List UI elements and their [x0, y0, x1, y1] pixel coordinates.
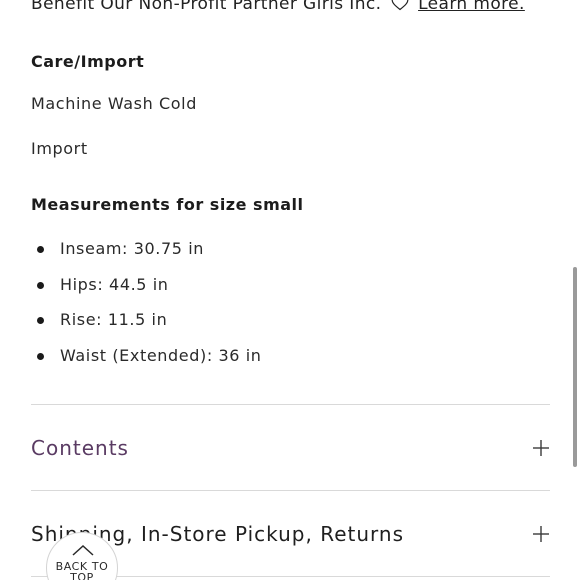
measurement-hips: Hips: 44.5 in [60, 274, 169, 294]
plus-icon[interactable] [532, 525, 550, 543]
list-item: Waist (Extended): 36 in [31, 344, 262, 380]
plus-icon[interactable] [532, 439, 550, 457]
heart-icon [391, 0, 409, 16]
scrollbar[interactable] [573, 267, 577, 467]
measurement-rise: Rise: 11.5 in [60, 310, 168, 330]
care-line-import: Import [31, 139, 88, 158]
list-item: Inseam: 30.75 in [31, 237, 262, 273]
measurements-heading: Measurements for size small [31, 195, 304, 214]
bullet-icon [37, 281, 44, 289]
contents-accordion[interactable]: Contents [31, 428, 550, 468]
list-item: Rise: 11.5 in [31, 308, 262, 344]
divider [31, 490, 550, 491]
measurement-waist: Waist (Extended): 36 in [60, 345, 262, 365]
list-item: Hips: 44.5 in [31, 273, 262, 309]
measurements-list: Inseam: 30.75 in Hips: 44.5 in Rise: 11.… [31, 237, 262, 379]
product-details-page: Benefit Our Non-Profit Partner Girls Inc… [0, 0, 580, 580]
learn-more-link[interactable]: Learn more. [418, 0, 525, 14]
partner-line: Benefit Our Non-Profit Partner Girls Inc… [31, 0, 525, 16]
bullet-icon [37, 246, 44, 253]
care-line-wash: Machine Wash Cold [31, 94, 197, 113]
partner-text: Benefit Our Non-Profit Partner Girls Inc… [31, 0, 382, 14]
contents-accordion-label: Contents [31, 436, 129, 460]
measurement-inseam: Inseam: 30.75 in [60, 239, 204, 258]
back-to-top-label: BACK TO TOP [55, 560, 109, 580]
bullet-icon [37, 352, 44, 360]
care-import-heading: Care/Import [31, 52, 145, 71]
divider [31, 404, 550, 405]
chevron-up-icon [72, 544, 94, 556]
bullet-icon [37, 317, 44, 325]
